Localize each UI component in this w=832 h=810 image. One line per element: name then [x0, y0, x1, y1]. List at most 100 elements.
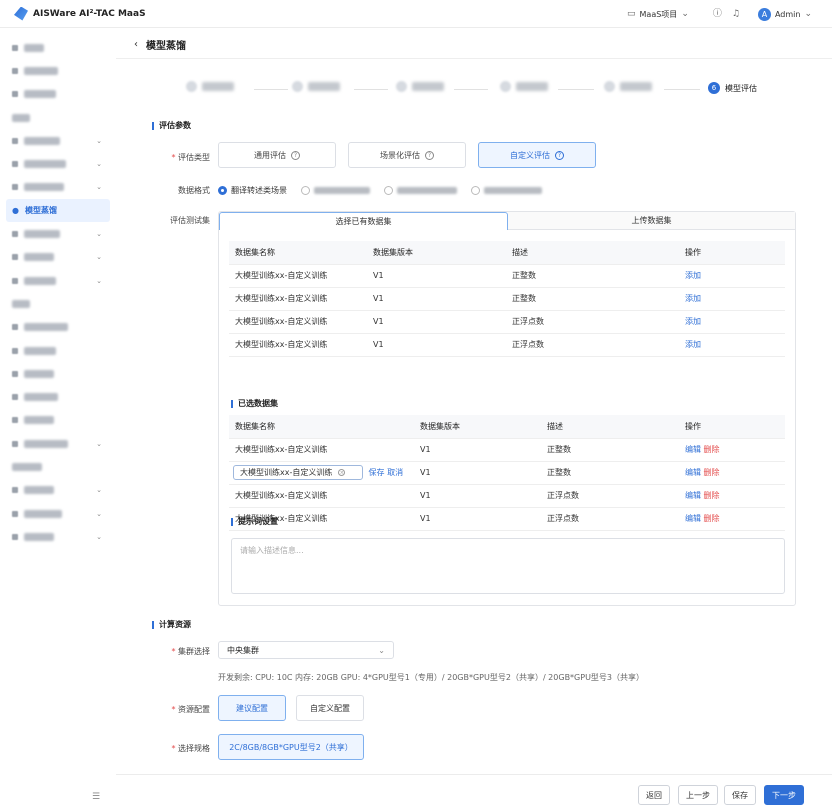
- save-button[interactable]: 保存: [724, 785, 756, 805]
- sidebar-item[interactable]: [0, 106, 116, 129]
- help-icon: ?: [555, 150, 564, 160]
- clear-icon[interactable]: ×: [338, 469, 346, 476]
- eval-type-custom[interactable]: 自定义评估?: [478, 142, 596, 168]
- radio-checked-icon: [218, 186, 227, 195]
- step-connector: [664, 89, 700, 90]
- main-content: ‹ 模型蒸馏 6 模型评估 评估参数 * 评估类型 通用评估? 场景化评估? 自…: [116, 28, 832, 810]
- dataset-table: 数据集名称 数据集版本 描述 操作 大模型训练xx-自定义训练 V1 正整数 添加 大…: [229, 241, 785, 357]
- sidebar-item-model-distillation[interactable]: ● 模型蒸馏: [6, 199, 110, 223]
- delete-link[interactable]: 删除: [704, 514, 720, 523]
- blurred-label: [308, 82, 340, 91]
- sidebar-item[interactable]: [0, 362, 116, 385]
- sidebar-item[interactable]: [0, 83, 116, 106]
- step-current: 6 模型评估: [708, 82, 757, 94]
- delete-link[interactable]: 删除: [704, 468, 720, 477]
- next-step-button[interactable]: 下一步: [764, 785, 804, 805]
- eval-type-scenario[interactable]: 场景化评估?: [348, 142, 466, 168]
- radio-icon: [301, 186, 310, 195]
- blurred-label: [24, 253, 54, 262]
- col-header: 描述: [541, 415, 679, 439]
- sidebar-item[interactable]: ⌄: [0, 432, 116, 455]
- user-menu[interactable]: A Admin ⌄: [757, 7, 812, 21]
- delete-link[interactable]: 删除: [704, 445, 720, 454]
- sidebar-item[interactable]: [0, 409, 116, 432]
- add-link[interactable]: 添加: [685, 271, 701, 280]
- resource-suggested-button[interactable]: 建议配置: [218, 695, 286, 721]
- bell-icon[interactable]: ♫: [732, 9, 740, 19]
- blurred-label: [24, 230, 60, 239]
- chevron-down-icon: ⌄: [96, 532, 102, 541]
- edit-link[interactable]: 编辑: [685, 468, 701, 477]
- sidebar-item[interactable]: [0, 339, 116, 362]
- radio-option[interactable]: [471, 186, 542, 195]
- tab-upload-dataset[interactable]: 上传数据集: [508, 212, 795, 230]
- dataset-name-input[interactable]: 大模型训练xx-自定义训练 ×: [233, 465, 363, 480]
- sidebar-item[interactable]: ⌄: [0, 502, 116, 525]
- table-row: 大模型训练xx-自定义训练 V1 正整数 编辑 删除: [229, 438, 785, 462]
- data-format-label: 数据格式: [178, 186, 210, 195]
- sidebar-item[interactable]: ⌄: [0, 246, 116, 269]
- sidebar-item[interactable]: [0, 455, 116, 478]
- cluster-select[interactable]: 中央集群 ⌄: [218, 641, 394, 659]
- sidebar-item[interactable]: [0, 385, 116, 408]
- spec-option[interactable]: 2C/8GB/8GB*GPU型号2（共享）: [218, 734, 364, 760]
- label-text: 选择规格: [178, 744, 210, 753]
- sidebar-item[interactable]: ⌄: [0, 525, 116, 548]
- save-link[interactable]: 保存: [369, 468, 385, 477]
- cell-version: V1: [414, 507, 541, 531]
- help-icon: ?: [291, 150, 300, 160]
- add-link[interactable]: 添加: [685, 340, 701, 349]
- add-link[interactable]: 添加: [685, 294, 701, 303]
- eval-type-general[interactable]: 通用评估?: [218, 142, 336, 168]
- add-link[interactable]: 添加: [685, 317, 701, 326]
- radio-option[interactable]: [301, 186, 370, 195]
- sidebar-item[interactable]: ⌄: [0, 222, 116, 245]
- step-dot: [500, 81, 511, 92]
- radio-option[interactable]: 翻译转述类场景: [218, 185, 287, 196]
- chevron-down-icon: ⌄: [681, 8, 689, 19]
- chevron-down-icon: ⌄: [96, 253, 102, 262]
- sidebar-item[interactable]: [0, 316, 116, 339]
- collapse-sidebar-icon[interactable]: ☰: [92, 792, 100, 802]
- sidebar-item[interactable]: [0, 36, 116, 59]
- sidebar-item[interactable]: [0, 292, 116, 315]
- blurred-label: [397, 187, 457, 194]
- blurred-label: [24, 323, 68, 332]
- project-selector[interactable]: ▭ MaaS项目 ⌄: [627, 9, 689, 20]
- sidebar-item[interactable]: ⌄: [0, 479, 116, 502]
- radio-option[interactable]: [384, 186, 457, 195]
- project-name: MaaS项目: [639, 9, 678, 19]
- cancel-link[interactable]: 取消: [387, 468, 403, 477]
- step-connector: [254, 89, 288, 90]
- edit-link[interactable]: 编辑: [685, 445, 701, 454]
- tab-existing-dataset[interactable]: 选择已有数据集: [219, 212, 508, 230]
- table-row: 大模型训练xx-自定义训练 V1 正整数 添加: [229, 264, 785, 288]
- stepper: 6 模型评估: [186, 81, 786, 97]
- prev-step-button[interactable]: 上一步: [678, 785, 718, 805]
- step-dot: [186, 81, 197, 92]
- cell-name: 大模型训练xx-自定义训练: [229, 333, 367, 357]
- cell-version: V1: [414, 461, 541, 485]
- chevron-down-icon: ⌄: [96, 136, 102, 145]
- chevron-down-icon: ⌄: [96, 486, 102, 495]
- sidebar-item[interactable]: ⌄: [0, 129, 116, 152]
- sidebar-item[interactable]: [0, 59, 116, 82]
- resource-custom-button[interactable]: 自定义配置: [296, 695, 364, 721]
- testset-label: 评估测试集: [170, 216, 210, 225]
- step: [604, 81, 652, 92]
- divider: [116, 58, 832, 59]
- help-icon[interactable]: ⓘ: [713, 9, 722, 19]
- sidebar-item[interactable]: ⌄: [0, 176, 116, 199]
- user-name: Admin: [774, 9, 801, 19]
- back-button[interactable]: 返回: [638, 785, 670, 805]
- blurred-label: [24, 416, 54, 425]
- back-arrow-icon[interactable]: ‹: [134, 39, 138, 50]
- delete-link[interactable]: 删除: [704, 491, 720, 500]
- prompt-textarea[interactable]: 请输入描述信息...: [231, 538, 785, 594]
- sidebar-item[interactable]: ⌄: [0, 269, 116, 292]
- section-title: 计算资源: [159, 620, 191, 629]
- cell-name: 大模型训练xx-自定义训练: [229, 438, 414, 462]
- edit-link[interactable]: 编辑: [685, 491, 701, 500]
- sidebar-item[interactable]: ⌄: [0, 152, 116, 175]
- edit-link[interactable]: 编辑: [685, 514, 701, 523]
